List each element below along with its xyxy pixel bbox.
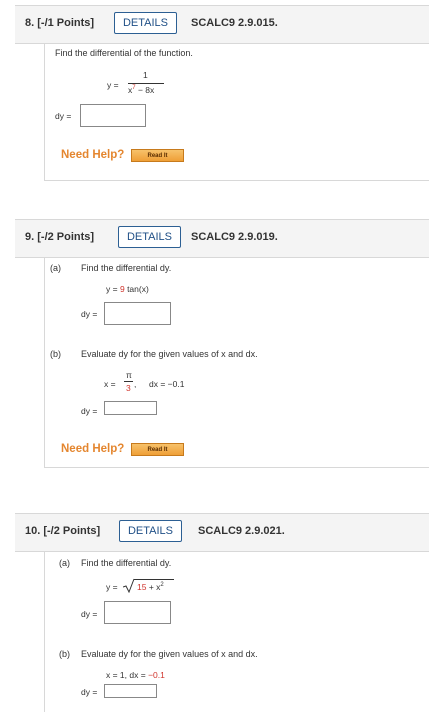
x-comma: , xyxy=(134,379,137,389)
fraction-bar xyxy=(128,83,164,84)
part-b-label: (b) xyxy=(50,349,61,359)
dy-label-b: dy = xyxy=(81,406,98,416)
x-fraction-numerator: π xyxy=(126,370,132,380)
y-equals-label: y = xyxy=(106,582,118,592)
part-b-text: Evaluate dy for the given values of x an… xyxy=(81,649,258,659)
x-equals-label: x = xyxy=(104,379,116,389)
question-number: 10. [-/2 Points] xyxy=(25,525,101,537)
x-fraction-bar xyxy=(124,381,133,382)
question-number: 9. [-/2 Points] xyxy=(25,231,95,243)
question-10-header: 10. [-/2 Points] DETAILS SCALC9 2.9.021. xyxy=(15,513,429,552)
x-fraction-denominator: 3 xyxy=(126,383,131,393)
need-help-label: Need Help? xyxy=(61,443,125,455)
dy-label-b: dy = xyxy=(81,687,98,697)
part-a-text: Find the differential dy. xyxy=(81,558,172,568)
y-equals-label: y = xyxy=(107,80,119,90)
question-prompt: Find the differential of the function. xyxy=(55,48,193,58)
fraction-denominator: x7 − 8x xyxy=(128,85,155,95)
part-b-label: (b) xyxy=(59,649,70,659)
dy-answer-input-b[interactable] xyxy=(104,684,157,698)
part-a-text: Find the differential dy. xyxy=(81,263,172,273)
part-b-text: Evaluate dy for the given values of x an… xyxy=(81,349,258,359)
part-a-label: (a) xyxy=(50,263,61,273)
question-8-header: 8. [-/1 Points] DETAILS SCALC9 2.9.015. xyxy=(15,5,429,44)
fraction-numerator: 1 xyxy=(143,70,148,80)
details-button[interactable]: DETAILS xyxy=(114,12,177,34)
square-root-icon xyxy=(123,578,135,593)
dy-answer-input-b[interactable] xyxy=(104,401,157,415)
details-button[interactable]: DETAILS xyxy=(118,226,181,248)
dy-label: dy = xyxy=(55,111,72,121)
question-8-body: Find the differential of the function. y… xyxy=(44,43,429,181)
need-help-label: Need Help? xyxy=(61,149,125,161)
question-number: 8. [-/1 Points] xyxy=(25,17,95,29)
dy-label-a: dy = xyxy=(81,609,98,619)
x-dx-values: x = 1, dx = −0.1 xyxy=(106,670,165,680)
dx-value: dx = −0.1 xyxy=(149,379,185,389)
dy-answer-input-a[interactable] xyxy=(104,601,171,624)
dy-answer-input-a[interactable] xyxy=(104,302,171,325)
part-a-label: (a) xyxy=(59,558,70,568)
radicand: 15 + x2 xyxy=(137,582,164,592)
radical-bar xyxy=(134,579,174,580)
question-code: SCALC9 2.9.021. xyxy=(198,525,285,537)
read-it-button[interactable]: Read It xyxy=(131,149,184,162)
question-code: SCALC9 2.9.019. xyxy=(191,231,278,243)
dy-answer-input[interactable] xyxy=(80,104,146,127)
details-button[interactable]: DETAILS xyxy=(119,520,182,542)
dy-label-a: dy = xyxy=(81,309,98,319)
question-code: SCALC9 2.9.015. xyxy=(191,17,278,29)
question-9-body: (a) Find the differential dy. y = 9 tan(… xyxy=(44,257,429,468)
y-equation: y = 9 tan(x) xyxy=(106,284,149,294)
question-9-header: 9. [-/2 Points] DETAILS SCALC9 2.9.019. xyxy=(15,219,429,258)
read-it-button[interactable]: Read It xyxy=(131,443,184,456)
question-10-body: (a) Find the differential dy. y = 15 + x… xyxy=(44,551,429,712)
